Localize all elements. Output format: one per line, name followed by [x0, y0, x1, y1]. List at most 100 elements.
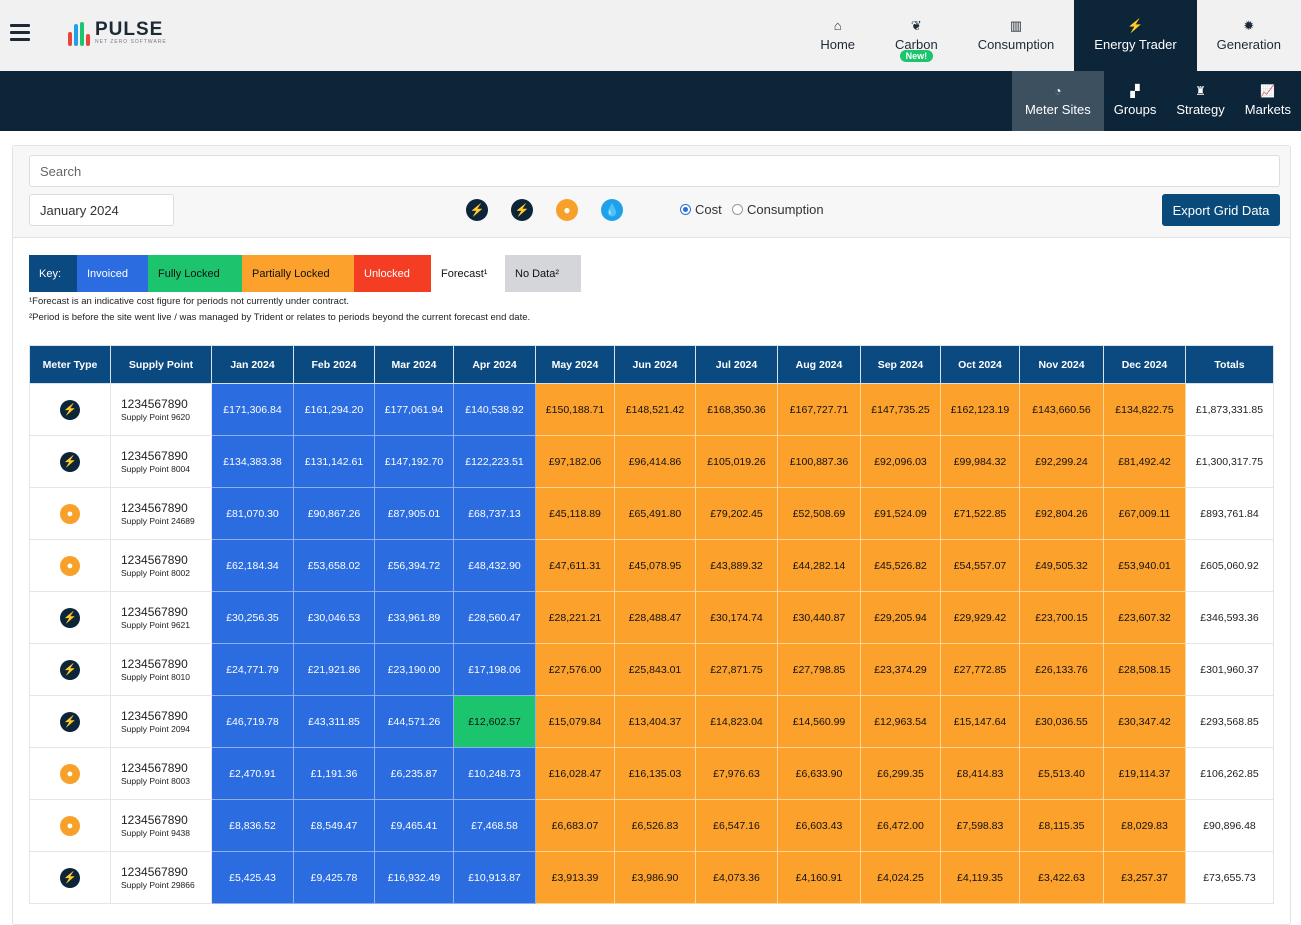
- month-cost-cell[interactable]: £25,843.01: [614, 643, 696, 696]
- month-cost-cell[interactable]: £13,404.37: [614, 695, 696, 748]
- month-cost-cell[interactable]: £29,205.94: [860, 591, 941, 644]
- month-cost-cell[interactable]: £54,557.07: [940, 539, 1020, 592]
- month-cost-cell[interactable]: £49,505.32: [1019, 539, 1104, 592]
- column-header[interactable]: Dec 2024: [1103, 345, 1186, 384]
- month-cost-cell[interactable]: £23,607.32: [1103, 591, 1186, 644]
- column-header[interactable]: Aug 2024: [777, 345, 861, 384]
- month-cost-cell[interactable]: £10,248.73: [453, 747, 536, 800]
- tab-home[interactable]: ⌂ Home: [800, 0, 875, 71]
- month-cost-cell[interactable]: £47,611.31: [535, 539, 615, 592]
- month-cost-cell[interactable]: £8,414.83: [940, 747, 1020, 800]
- month-cost-cell[interactable]: £14,823.04: [695, 695, 778, 748]
- month-cost-cell[interactable]: £3,257.37: [1103, 851, 1186, 904]
- column-header[interactable]: Jan 2024: [211, 345, 294, 384]
- month-cost-cell[interactable]: £92,299.24: [1019, 435, 1104, 488]
- month-cost-cell[interactable]: £2,470.91: [211, 747, 294, 800]
- month-cost-cell[interactable]: £168,350.36: [695, 383, 778, 436]
- month-cost-cell[interactable]: £4,024.25: [860, 851, 941, 904]
- month-cost-cell[interactable]: £99,984.32: [940, 435, 1020, 488]
- tab-energy-trader[interactable]: ⚡ Energy Trader: [1074, 0, 1197, 71]
- month-cost-cell[interactable]: £68,737.13: [453, 487, 536, 540]
- month-cost-cell[interactable]: £148,521.42: [614, 383, 696, 436]
- month-cost-cell[interactable]: £147,735.25: [860, 383, 941, 436]
- month-cost-cell[interactable]: £92,804.26: [1019, 487, 1104, 540]
- month-cost-cell[interactable]: £23,190.00: [374, 643, 454, 696]
- month-cost-cell[interactable]: £30,174.74: [695, 591, 778, 644]
- month-cost-cell[interactable]: £7,976.63: [695, 747, 778, 800]
- month-cost-cell[interactable]: £8,029.83: [1103, 799, 1186, 852]
- month-cost-cell[interactable]: £30,256.35: [211, 591, 294, 644]
- month-cost-cell[interactable]: £6,547.16: [695, 799, 778, 852]
- table-row[interactable]: ● 1234567890 Supply Point 8002 £62,184.34 £5…: [29, 539, 1274, 592]
- month-cost-cell[interactable]: £90,867.26: [293, 487, 375, 540]
- month-cost-cell[interactable]: £67,009.11: [1103, 487, 1186, 540]
- subtab-meter-sites[interactable]: ◔ Meter Sites: [1011, 71, 1104, 131]
- table-row[interactable]: ● 1234567890 Supply Point 24689 £81,070.30 £…: [29, 487, 1274, 540]
- supply-point-cell[interactable]: 1234567890 Supply Point 9620: [110, 383, 212, 436]
- month-cost-cell[interactable]: £48,432.90: [453, 539, 536, 592]
- subtab-markets[interactable]: 📈 Markets: [1235, 71, 1301, 131]
- table-row[interactable]: ⚡ 1234567890 Supply Point 9621 £30,256.35 £3…: [29, 591, 1274, 644]
- month-cost-cell[interactable]: £44,571.26: [374, 695, 454, 748]
- month-cost-cell[interactable]: £6,603.43: [777, 799, 861, 852]
- electricity-filter-icon[interactable]: ⚡: [511, 199, 533, 221]
- month-cost-cell[interactable]: £12,602.57: [453, 695, 536, 748]
- supply-point-cell[interactable]: 1234567890 Supply Point 9438: [110, 799, 212, 852]
- export-grid-data-button[interactable]: Export Grid Data: [1162, 194, 1280, 226]
- month-cost-cell[interactable]: £8,549.47: [293, 799, 375, 852]
- month-cost-cell[interactable]: £29,929.42: [940, 591, 1020, 644]
- table-row[interactable]: ⚡ 1234567890 Supply Point 8010 £24,771.79 £2…: [29, 643, 1274, 696]
- month-cost-cell[interactable]: £16,135.03: [614, 747, 696, 800]
- column-header[interactable]: Jul 2024: [695, 345, 778, 384]
- month-cost-cell[interactable]: £6,633.90: [777, 747, 861, 800]
- month-cost-cell[interactable]: £122,223.51: [453, 435, 536, 488]
- month-cost-cell[interactable]: £52,508.69: [777, 487, 861, 540]
- month-cost-cell[interactable]: £23,374.29: [860, 643, 941, 696]
- month-cost-cell[interactable]: £30,036.55: [1019, 695, 1104, 748]
- month-cost-cell[interactable]: £6,683.07: [535, 799, 615, 852]
- month-cost-cell[interactable]: £150,188.71: [535, 383, 615, 436]
- search-input[interactable]: [29, 155, 1280, 187]
- month-cost-cell[interactable]: £53,940.01: [1103, 539, 1186, 592]
- month-cost-cell[interactable]: £91,524.09: [860, 487, 941, 540]
- supply-point-cell[interactable]: 1234567890 Supply Point 8010: [110, 643, 212, 696]
- column-header[interactable]: Meter Type: [29, 345, 111, 384]
- water-filter-icon[interactable]: 💧: [601, 199, 623, 221]
- table-row[interactable]: ⚡ 1234567890 Supply Point 9620 £171,306.84 £…: [29, 383, 1274, 436]
- month-cost-cell[interactable]: £3,422.63: [1019, 851, 1104, 904]
- column-header[interactable]: Sep 2024: [860, 345, 941, 384]
- month-cost-cell[interactable]: £6,299.35: [860, 747, 941, 800]
- month-cost-cell[interactable]: £79,202.45: [695, 487, 778, 540]
- month-cost-cell[interactable]: £27,871.75: [695, 643, 778, 696]
- month-cost-cell[interactable]: £43,889.32: [695, 539, 778, 592]
- month-cost-cell[interactable]: £26,133.76: [1019, 643, 1104, 696]
- month-cost-cell[interactable]: £6,526.83: [614, 799, 696, 852]
- month-cost-cell[interactable]: £177,061.94: [374, 383, 454, 436]
- gas-filter-icon[interactable]: ●: [556, 199, 578, 221]
- month-cost-cell[interactable]: £6,235.87: [374, 747, 454, 800]
- month-cost-cell[interactable]: £9,465.41: [374, 799, 454, 852]
- month-cost-cell[interactable]: £100,887.36: [777, 435, 861, 488]
- month-cost-cell[interactable]: £30,046.53: [293, 591, 375, 644]
- supply-point-cell[interactable]: 1234567890 Supply Point 2094: [110, 695, 212, 748]
- table-row[interactable]: ⚡ 1234567890 Supply Point 29866 £5,425.43 £9…: [29, 851, 1274, 904]
- month-cost-cell[interactable]: £9,425.78: [293, 851, 375, 904]
- month-cost-cell[interactable]: £45,118.89: [535, 487, 615, 540]
- table-row[interactable]: ⚡ 1234567890 Supply Point 8004 £134,383.38 £…: [29, 435, 1274, 488]
- month-cost-cell[interactable]: £28,508.15: [1103, 643, 1186, 696]
- month-cost-cell[interactable]: £27,576.00: [535, 643, 615, 696]
- month-cost-cell[interactable]: £171,306.84: [211, 383, 294, 436]
- cost-radio[interactable]: Cost: [680, 202, 722, 217]
- month-cost-cell[interactable]: £87,905.01: [374, 487, 454, 540]
- month-cost-cell[interactable]: £5,513.40: [1019, 747, 1104, 800]
- month-cost-cell[interactable]: £4,073.36: [695, 851, 778, 904]
- month-cost-cell[interactable]: £147,192.70: [374, 435, 454, 488]
- column-header[interactable]: Apr 2024: [453, 345, 536, 384]
- month-cost-cell[interactable]: £5,425.43: [211, 851, 294, 904]
- month-cost-cell[interactable]: £10,913.87: [453, 851, 536, 904]
- column-header[interactable]: Jun 2024: [614, 345, 696, 384]
- month-cost-cell[interactable]: £28,488.47: [614, 591, 696, 644]
- month-cost-cell[interactable]: £8,836.52: [211, 799, 294, 852]
- month-cost-cell[interactable]: £105,019.26: [695, 435, 778, 488]
- month-cost-cell[interactable]: £44,282.14: [777, 539, 861, 592]
